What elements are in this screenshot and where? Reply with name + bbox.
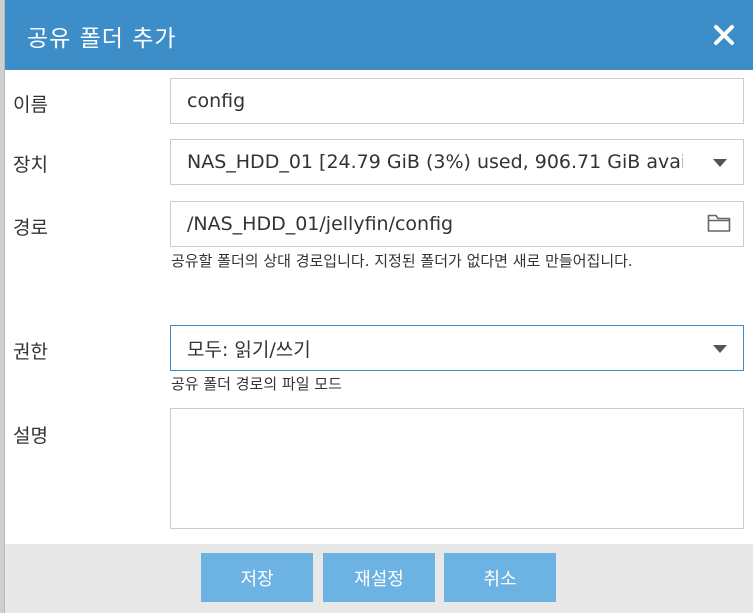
dialog-title: 공유 폴더 추가	[27, 26, 177, 52]
permission-select-value: 모두: 읽기/쓰기	[187, 338, 311, 361]
permission-label: 권한	[13, 341, 48, 363]
device-label: 장치	[13, 154, 48, 176]
name-input-value: config	[187, 90, 246, 112]
cancel-button[interactable]: 취소	[444, 553, 556, 602]
path-hint: 공유할 폴더의 상대 경로입니다. 지정된 폴더가 없다면 새로 만들어집니다.	[171, 252, 633, 270]
path-input[interactable]: /NAS_HDD_01/jellyfin/config	[170, 201, 744, 247]
add-shared-folder-dialog: 공유 폴더 추가 이름 config 장치 NAS_HDD_01 [24.79 …	[4, 0, 753, 613]
description-label: 설명	[13, 425, 48, 447]
save-button[interactable]: 저장	[201, 553, 313, 602]
dialog-footer: 저장 재설정 취소	[5, 544, 753, 613]
device-select[interactable]: NAS_HDD_01 [24.79 GiB (3%) used, 906.71 …	[170, 139, 744, 185]
path-label: 경로	[13, 217, 48, 239]
dialog-titlebar: 공유 폴더 추가	[5, 0, 753, 70]
permission-hint: 공유 폴더 경로의 파일 모드	[171, 375, 342, 393]
description-textarea[interactable]	[170, 408, 744, 529]
name-label: 이름	[13, 94, 48, 116]
chevron-down-icon	[713, 159, 727, 167]
device-select-value: NAS_HDD_01 [24.79 GiB (3%) used, 906.71 …	[187, 151, 683, 173]
close-icon	[714, 25, 734, 45]
reset-button[interactable]: 재설정	[323, 553, 435, 602]
name-input[interactable]: config	[170, 78, 744, 124]
chevron-down-icon	[713, 345, 727, 353]
path-input-value: /NAS_HDD_01/jellyfin/config	[187, 213, 454, 235]
close-button[interactable]	[712, 23, 736, 47]
permission-select[interactable]: 모두: 읽기/쓰기	[170, 325, 744, 371]
folder-icon[interactable]	[707, 213, 731, 233]
